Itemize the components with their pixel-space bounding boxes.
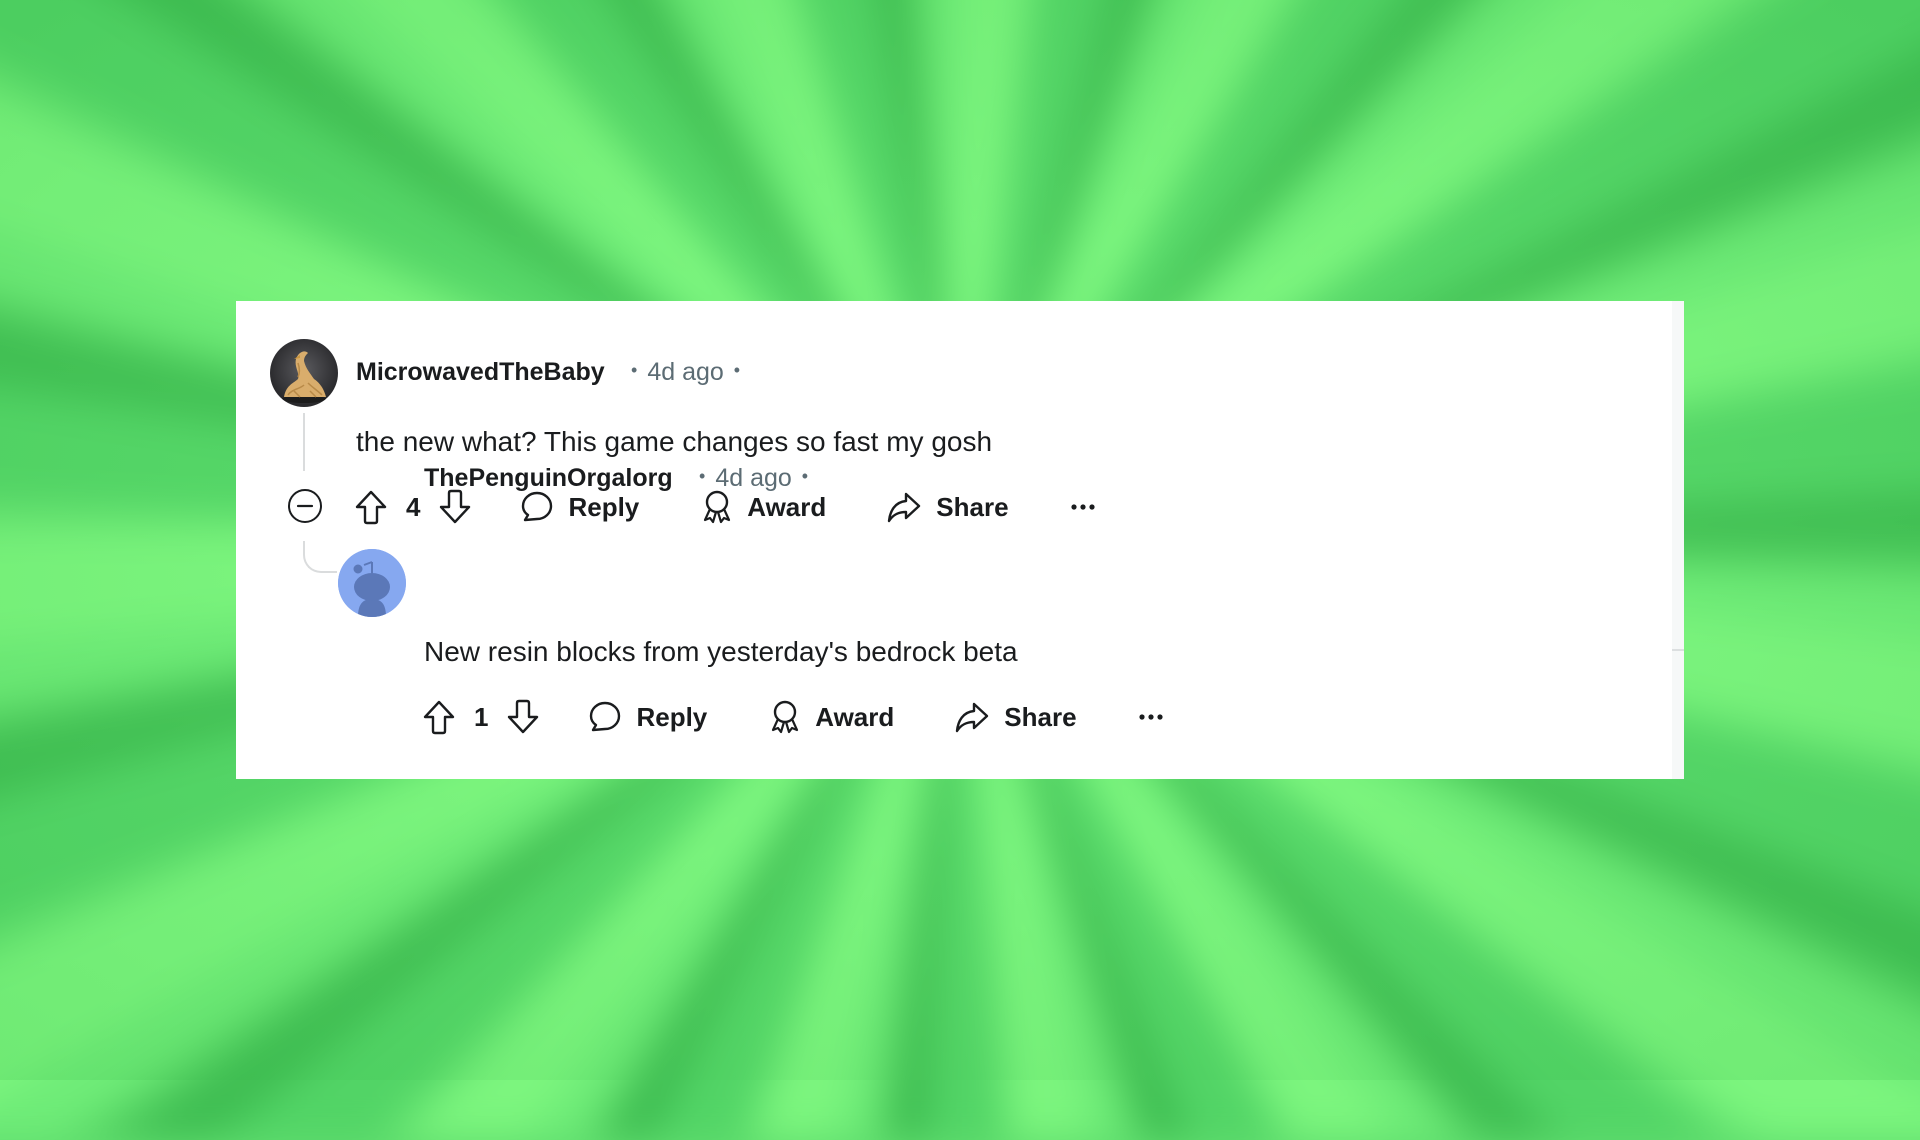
share-arrow-icon	[956, 702, 989, 733]
comment-thread-card: MicrowavedTheBaby • 4d ago • the new what?…	[236, 301, 1684, 779]
comment-author[interactable]: MicrowavedTheBaby	[356, 358, 605, 387]
reply-button[interactable]: Reply	[588, 700, 707, 734]
separator-dot: •	[699, 465, 706, 486]
vote-score: 4	[406, 491, 421, 522]
upvote-arrow-icon	[423, 700, 455, 735]
share-button[interactable]: Share	[886, 490, 1009, 524]
vote-score: 1	[474, 701, 489, 732]
reply-label: Reply	[568, 491, 640, 522]
upvote-button[interactable]	[422, 699, 456, 735]
downvote-arrow-icon	[440, 489, 471, 524]
downvote-arrow-icon	[508, 699, 539, 734]
upvote-arrow-icon	[355, 490, 387, 525]
share-arrow-icon	[888, 492, 921, 523]
comment-actions: 4 Reply Award Share	[354, 487, 1095, 527]
more-options-button[interactable]	[1070, 503, 1095, 511]
award-button[interactable]: Award	[769, 699, 894, 735]
separator-dot: •	[801, 465, 809, 486]
separator-dot: •	[631, 359, 638, 380]
share-label: Share	[1004, 701, 1077, 732]
collapse-minus-icon	[288, 489, 322, 523]
scrollbar-track[interactable]	[1672, 301, 1684, 779]
share-label: Share	[936, 491, 1009, 522]
award-ribbon-icon	[704, 490, 731, 524]
avatar-default-snoo-icon	[338, 549, 406, 617]
award-label: Award	[747, 491, 827, 522]
award-label: Award	[815, 701, 895, 732]
share-button[interactable]: Share	[954, 700, 1077, 734]
more-options-icon	[1070, 504, 1095, 510]
comment-timestamp[interactable]: 4d ago	[647, 358, 723, 386]
thread-line[interactable]	[303, 413, 305, 471]
comment-body: the new what? This game changes so fast …	[356, 426, 993, 457]
more-options-button[interactable]	[1138, 713, 1163, 721]
comment-body: New resin blocks from yesterday's bedroc…	[424, 636, 1018, 667]
downvote-button[interactable]	[506, 699, 540, 735]
comment-bubble-icon	[590, 701, 621, 732]
comment-timestamp[interactable]: 4d ago	[715, 464, 791, 492]
comment-bubble-icon	[522, 491, 553, 522]
avatar[interactable]	[270, 339, 338, 407]
downvote-button[interactable]	[438, 489, 472, 525]
separator-dot: •	[733, 359, 741, 380]
scrollbar-thumb[interactable]	[1672, 649, 1684, 651]
comment-actions: 1 Reply Award Share	[422, 697, 1163, 737]
award-ribbon-icon	[772, 700, 799, 734]
upvote-button[interactable]	[354, 489, 388, 525]
avatar-noodle-bird-icon	[282, 351, 326, 403]
comment-author[interactable]: ThePenguinOrgalorg	[424, 464, 673, 493]
reply-label: Reply	[636, 701, 708, 732]
reply-button[interactable]: Reply	[520, 490, 639, 524]
comment-meta: • 4d ago •	[621, 358, 750, 387]
comment-meta: • 4d ago •	[689, 464, 818, 493]
collapse-thread-button[interactable]	[286, 487, 324, 525]
award-button[interactable]: Award	[701, 489, 826, 525]
avatar[interactable]	[338, 549, 406, 617]
reply-thread-connector	[303, 541, 337, 573]
more-options-icon	[1138, 714, 1163, 720]
